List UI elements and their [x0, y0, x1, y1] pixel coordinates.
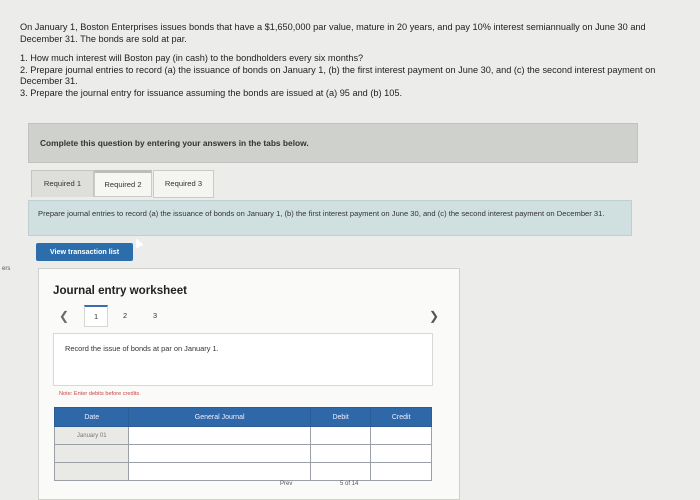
record-instruction-box: Record the issue of bonds at par on Janu… [53, 333, 433, 386]
page-indicator: 5 of 14 [340, 481, 359, 487]
worksheet-title: Journal entry worksheet [53, 284, 188, 297]
question-1: 1. How much interest will Boston pay (in… [20, 53, 364, 63]
tab-instruction-text: Prepare journal entries to record (a) th… [38, 209, 605, 218]
journal-account-input[interactable] [128, 426, 311, 445]
view-transaction-list-button[interactable]: View transaction list [36, 243, 133, 261]
date-cell [53, 444, 130, 463]
tab-required-3[interactable]: Required 3 [153, 170, 214, 198]
record-instruction-text: Record the issue of bonds at par on Janu… [65, 344, 219, 353]
tab-required-1[interactable]: Required 1 [31, 170, 94, 197]
credit-input[interactable] [370, 462, 432, 481]
credit-column-header: Credit [370, 407, 432, 427]
page-3-button[interactable]: 3 [144, 305, 166, 327]
mouse-cursor-icon [132, 236, 144, 249]
credit-input[interactable] [370, 444, 432, 463]
date-cell [53, 462, 130, 481]
journal-table-header: Date General Journal Debit Credit [53, 407, 432, 427]
debit-input[interactable] [309, 426, 372, 445]
credit-input[interactable] [370, 426, 432, 445]
edge-text: ers [2, 266, 11, 272]
journal-account-input[interactable] [128, 462, 311, 481]
debit-column-header: Debit [309, 407, 372, 427]
debit-input[interactable] [309, 462, 372, 481]
question-3: 3. Prepare the journal entry for issuanc… [20, 87, 403, 98]
journal-account-input[interactable] [128, 444, 311, 463]
question-list: 1. How much interest will Boston pay (in… [20, 53, 660, 99]
table-row [53, 462, 432, 481]
tab-required-2[interactable]: Required 2 [94, 170, 152, 197]
problem-statement: On January 1, Boston Enterprises issues … [20, 22, 660, 99]
page-2-button[interactable]: 2 [114, 305, 136, 327]
question-2: 2. Prepare journal entries to record (a)… [20, 64, 656, 87]
table-row: January 01 [53, 426, 432, 445]
instructions-banner: Complete this question by entering your … [28, 123, 638, 163]
journal-table: Date General Journal Debit Credit Januar… [53, 407, 432, 481]
date-column-header: Date [53, 407, 130, 427]
banner-text: Complete this question by entering your … [40, 138, 309, 148]
general-journal-column-header: General Journal [128, 407, 311, 427]
debit-input[interactable] [309, 444, 372, 463]
page-1-button[interactable]: 1 [84, 305, 108, 327]
table-row [53, 444, 432, 463]
date-cell: January 01 [53, 426, 130, 445]
prev-button[interactable]: Prev [280, 481, 292, 487]
problem-intro: On January 1, Boston Enterprises issues … [20, 22, 646, 44]
debit-credit-note: Note: Enter debits before credits. [59, 391, 141, 397]
journal-entry-worksheet: Journal entry worksheet ❮ 1 2 3 ❯ Record… [38, 268, 460, 500]
tab-instruction: Prepare journal entries to record (a) th… [28, 200, 632, 236]
chevron-left-icon[interactable]: ❮ [59, 309, 69, 323]
chevron-right-icon[interactable]: ❯ [429, 309, 439, 323]
